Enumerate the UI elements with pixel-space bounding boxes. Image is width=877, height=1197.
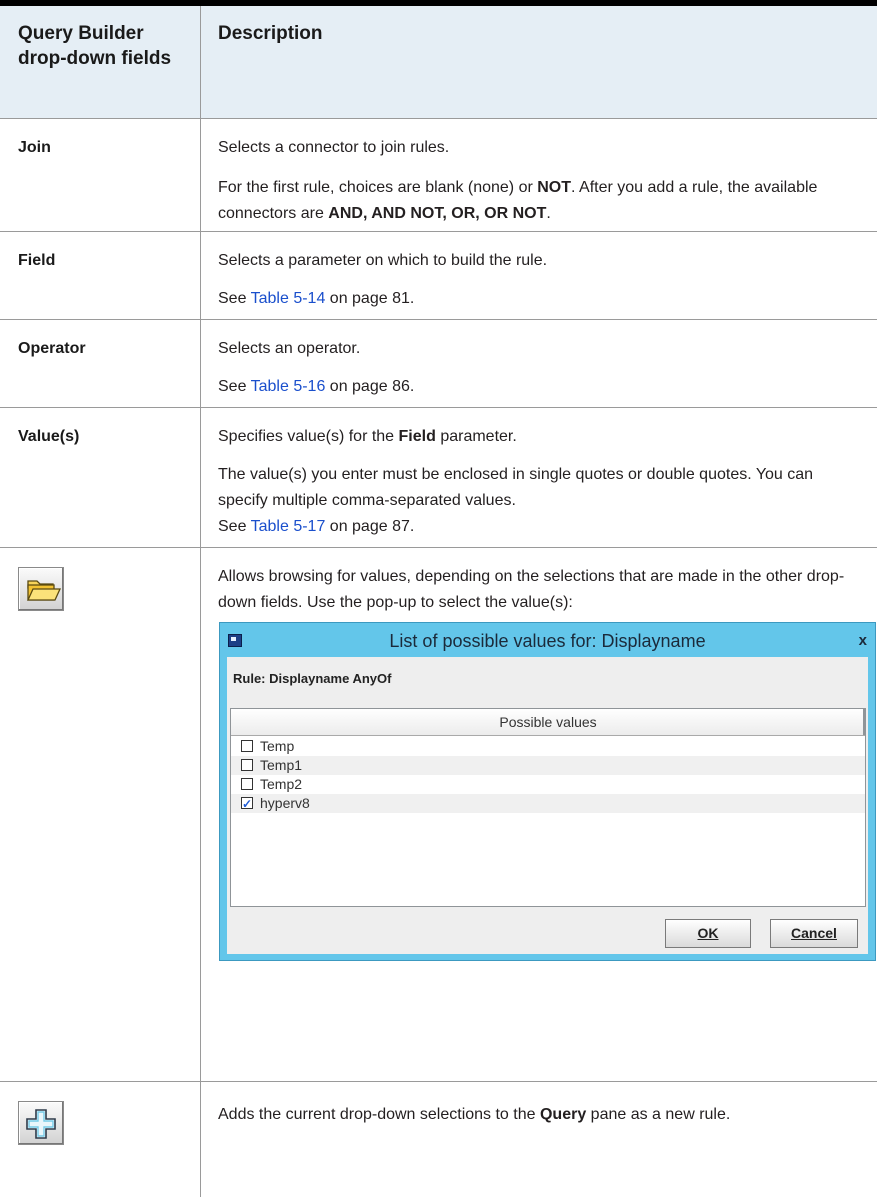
dialog-body: Rule: Displayname AnyOf Possible values … [227, 657, 868, 954]
table-5-14-link[interactable]: Table 5-14 [251, 290, 326, 307]
add-desc: Adds the current drop-down selections to… [218, 1106, 731, 1123]
close-icon[interactable]: x [859, 632, 867, 649]
list-item[interactable]: Temp [231, 737, 865, 756]
checkbox[interactable] [241, 740, 253, 752]
row-label-operator: Operator [18, 340, 86, 357]
list-item[interactable]: Temp1 [231, 756, 865, 775]
ok-button[interactable]: OK [665, 919, 751, 948]
checkbox[interactable] [241, 778, 253, 790]
row-divider [0, 407, 877, 408]
row-label-values: Value(s) [18, 428, 80, 445]
browse-desc: Allows browsing for values, depending on… [218, 568, 845, 611]
dialog-titlebar[interactable]: List of possible values for: Displayname… [220, 623, 875, 656]
checkbox-checked[interactable] [241, 795, 253, 814]
values-detail: The value(s) you enter must be enclosed … [218, 466, 814, 509]
header-description: Description [218, 23, 323, 44]
operator-see: See Table 5-16 on page 86. [218, 378, 415, 395]
field-desc: Selects a parameter on which to build th… [218, 252, 548, 269]
row-label-field: Field [18, 252, 56, 269]
row-label-join: Join [18, 139, 51, 156]
list-item[interactable]: Temp2 [231, 775, 865, 794]
plus-icon [26, 1109, 56, 1139]
values-desc: Specifies value(s) for the Field paramet… [218, 428, 517, 445]
row-divider [0, 1081, 877, 1082]
cancel-button[interactable]: Cancel [770, 919, 858, 948]
field-see: See Table 5-14 on page 81. [218, 290, 415, 307]
join-detail: For the first rule, choices are blank (n… [218, 179, 818, 222]
column-header[interactable]: Possible values [231, 709, 865, 736]
header-fields: Query Builder drop-down fields [18, 23, 172, 69]
values-see: See Table 5-17 on page 87. [218, 518, 415, 535]
folder-icon [26, 580, 62, 601]
table-5-16-link[interactable]: Table 5-16 [251, 378, 326, 395]
table-5-17-link[interactable]: Table 5-17 [251, 518, 326, 535]
possible-values-dialog: List of possible values for: Displayname… [219, 622, 876, 961]
row-divider [0, 319, 877, 320]
list-item[interactable]: hyperv8 [231, 794, 865, 814]
add-rule-button[interactable] [18, 1101, 64, 1145]
browse-button[interactable] [18, 567, 64, 611]
operator-desc: Selects an operator. [218, 340, 361, 357]
possible-values-table: Possible values Temp Temp1 Temp2 hyperv8 [230, 708, 866, 907]
column-divider [200, 6, 201, 1197]
row-divider [0, 231, 877, 232]
row-divider [0, 118, 877, 119]
rule-label: Rule: Displayname AnyOf [233, 671, 392, 686]
join-desc: Selects a connector to join rules. [218, 139, 450, 156]
checkbox[interactable] [241, 759, 253, 771]
row-divider [0, 547, 877, 548]
dialog-title: List of possible values for: Displayname [389, 631, 706, 651]
